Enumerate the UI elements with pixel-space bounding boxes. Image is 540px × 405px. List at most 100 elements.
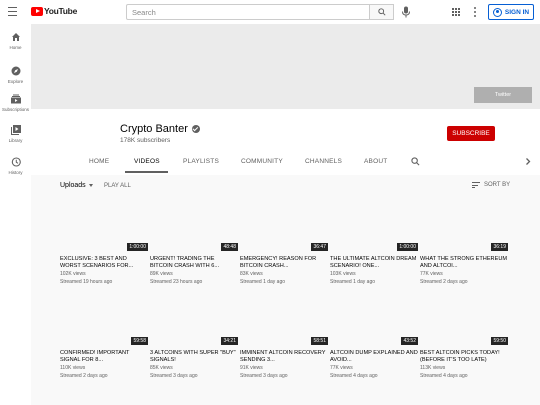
search-button[interactable] — [370, 4, 394, 20]
sidebar-item-label: Subscriptions — [1, 107, 29, 112]
video-card[interactable]: 36:47 EMERGENCY! REASON FOR BITCOIN CRAS… — [240, 201, 328, 286]
video-age: Streamed 4 days ago — [420, 373, 468, 379]
microphone-icon[interactable] — [401, 6, 411, 18]
video-card[interactable]: 59:50 BEST ALTCOIN PICKS TODAY! (Before … — [420, 295, 508, 380]
video-age: Streamed 1 day ago — [330, 279, 376, 285]
tab-playlists[interactable]: PLAYLISTS — [183, 158, 219, 165]
video-age: Streamed 19 hours ago — [60, 279, 113, 285]
video-views: 103K views — [330, 271, 356, 277]
channel-name: Crypto Banter — [120, 123, 188, 135]
video-duration: 43:52 — [401, 337, 418, 345]
uploads-label: Uploads — [60, 182, 86, 189]
sidebar-item-library[interactable]: Library — [0, 125, 31, 143]
video-title[interactable]: WHAT THE STRONG ETHEREUM AND ALTCOI... — [420, 256, 508, 270]
video-thumbnail[interactable]: 58:51 — [240, 295, 328, 345]
video-age: Streamed 23 hours ago — [150, 279, 203, 285]
hamburger-menu-icon[interactable] — [8, 7, 17, 16]
subscriber-count: 178K subscribers — [120, 137, 171, 144]
search-input[interactable] — [126, 4, 370, 20]
video-thumbnail[interactable]: 36:47 — [240, 201, 328, 251]
more-options-icon[interactable] — [474, 7, 476, 17]
sort-by-button[interactable]: SORT BY — [472, 182, 510, 188]
caret-down-icon — [88, 184, 93, 187]
home-icon — [11, 33, 20, 41]
video-duration: 34:21 — [221, 337, 238, 345]
sidebar-item-home[interactable]: Home — [0, 32, 31, 50]
uploads-dropdown[interactable]: Uploads — [60, 182, 93, 189]
video-duration: 36:47 — [311, 243, 328, 251]
video-card[interactable]: 1:00:00 THE ULTIMATE ALTCOIN DREAM SCENA… — [330, 201, 418, 286]
compass-icon — [11, 66, 20, 76]
sign-in-label: SIGN IN — [504, 8, 530, 16]
youtube-logo[interactable]: YouTube — [31, 6, 77, 16]
chevron-right-icon[interactable] — [524, 157, 532, 166]
video-views: 77K views — [330, 365, 353, 371]
video-thumbnail[interactable]: 48:48 — [150, 201, 238, 251]
youtube-play-icon — [31, 6, 43, 16]
video-duration: 1:00:00 — [127, 243, 148, 251]
video-views: 83K views — [240, 271, 263, 277]
channel-search-icon[interactable] — [411, 157, 420, 166]
video-views: 89K views — [150, 271, 173, 277]
tab-videos[interactable]: VIDEOS — [134, 158, 160, 165]
active-tab-indicator — [125, 171, 168, 173]
video-card[interactable]: 58:51 IMMINENT ALTCOIN RECOVERY SENDING … — [240, 295, 328, 380]
channel-tabs: HOME VIDEOS PLAYLISTS COMMUNITY CHANNELS… — [0, 152, 540, 172]
account-icon — [492, 7, 502, 17]
sign-in-button[interactable]: SIGN IN — [488, 4, 534, 20]
verified-check-icon — [191, 125, 200, 133]
tab-about[interactable]: ABOUT — [364, 158, 387, 165]
tab-community[interactable]: COMMUNITY — [241, 158, 283, 165]
video-card[interactable]: 59:58 CONFIRMED! IMPORTANT SIGNAL FOR 8.… — [60, 295, 148, 380]
video-title[interactable]: THE ULTIMATE ALTCOIN DREAM SCENARIO! ONE… — [330, 256, 418, 270]
channel-banner — [31, 24, 540, 109]
video-title[interactable]: EXCLUSIVE: 3 BEST AND WORST SCENARIOS FO… — [60, 256, 148, 270]
video-duration: 1:00:00 — [397, 243, 418, 251]
video-duration: 48:48 — [221, 243, 238, 251]
video-duration: 59:50 — [491, 337, 508, 345]
video-duration: 36:19 — [491, 243, 508, 251]
video-age: Streamed 3 days ago — [240, 373, 288, 379]
apps-grid-icon[interactable] — [452, 8, 460, 16]
video-title[interactable]: IMMINENT ALTCOIN RECOVERY SENDING 3... — [240, 350, 328, 364]
video-views: 110K views — [60, 365, 86, 371]
video-card[interactable]: 43:52 ALTCOIN DUMP EXPLAINED AND AVOID..… — [330, 295, 418, 380]
video-title[interactable]: 3 ALTCOINS WITH SUPER "BUY" SIGNALS! — [150, 350, 238, 364]
video-thumbnail[interactable]: 1:00:00 — [60, 201, 148, 251]
video-title[interactable]: URGENT! TRADING THE BITCOIN CRASH WITH 6… — [150, 256, 238, 270]
video-thumbnail[interactable]: 43:52 — [330, 295, 418, 345]
video-duration: 59:58 — [131, 337, 148, 345]
video-thumbnail[interactable]: 34:21 — [150, 295, 238, 345]
video-duration: 58:51 — [311, 337, 328, 345]
video-thumbnail[interactable]: 36:19 — [420, 201, 508, 251]
banner-twitter-link[interactable]: Twitter — [474, 87, 532, 103]
tab-home[interactable]: HOME — [89, 158, 109, 165]
library-icon — [10, 125, 21, 135]
top-bar: YouTube SIGN IN — [0, 0, 540, 24]
play-all-button[interactable]: PLAY ALL — [104, 183, 131, 189]
video-views: 113K views — [420, 365, 446, 371]
video-age: Streamed 3 days ago — [150, 373, 198, 379]
tab-channels[interactable]: CHANNELS — [305, 158, 342, 165]
video-age: Streamed 2 days ago — [60, 373, 108, 379]
video-title[interactable]: ALTCOIN DUMP EXPLAINED AND AVOID... — [330, 350, 418, 364]
video-card[interactable]: 1:00:00 EXCLUSIVE: 3 BEST AND WORST SCEN… — [60, 201, 148, 286]
video-age: Streamed 4 days ago — [330, 373, 378, 379]
video-thumbnail[interactable]: 59:58 — [60, 295, 148, 345]
video-title[interactable]: CONFIRMED! IMPORTANT SIGNAL FOR 8... — [60, 350, 148, 364]
subscribe-button[interactable]: SUBSCRIBE — [447, 126, 495, 141]
video-title[interactable]: EMERGENCY! REASON FOR BITCOIN CRASH... — [240, 256, 328, 270]
channel-title: Crypto Banter — [120, 123, 200, 135]
video-title[interactable]: BEST ALTCOIN PICKS TODAY! (Before it's t… — [420, 350, 508, 364]
sidebar-item-subscriptions[interactable]: Subscriptions — [0, 94, 31, 112]
sidebar-item-explore[interactable]: Explore — [0, 66, 31, 84]
subscriptions-icon — [10, 94, 21, 104]
video-card[interactable]: 36:19 WHAT THE STRONG ETHEREUM AND ALTCO… — [420, 201, 508, 286]
video-age: Streamed 1 day ago — [240, 279, 286, 285]
video-card[interactable]: 34:21 3 ALTCOINS WITH SUPER "BUY" SIGNAL… — [150, 295, 238, 380]
sort-icon — [472, 182, 480, 188]
video-thumbnail[interactable]: 59:50 — [420, 295, 508, 345]
video-thumbnail[interactable]: 1:00:00 — [330, 201, 418, 251]
video-card[interactable]: 48:48 URGENT! TRADING THE BITCOIN CRASH … — [150, 201, 238, 286]
video-age: Streamed 2 days ago — [420, 279, 468, 285]
